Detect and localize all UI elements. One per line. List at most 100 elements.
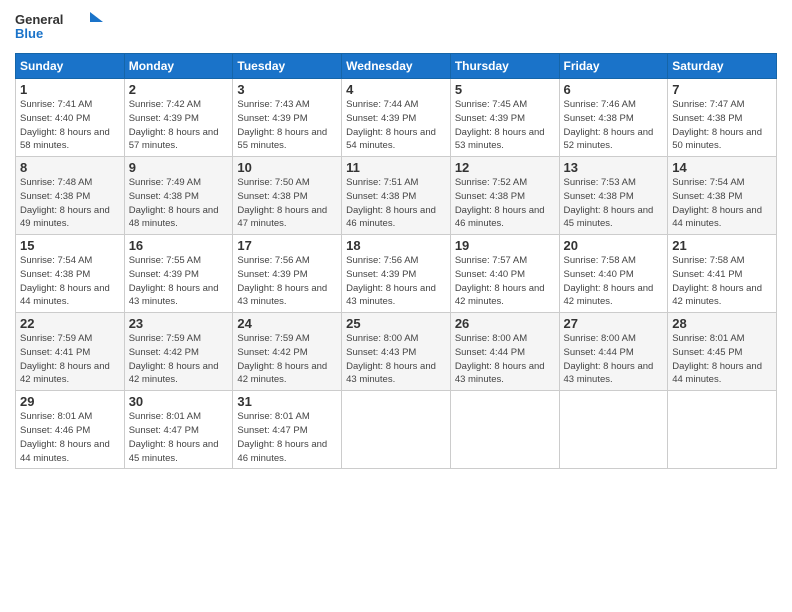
sunrise-label: Sunrise: 7:52 AM — [455, 177, 527, 188]
day-info: Sunrise: 7:52 AM Sunset: 4:38 PM Dayligh… — [455, 176, 555, 231]
day-info: Sunrise: 7:55 AM Sunset: 4:39 PM Dayligh… — [129, 254, 229, 309]
day-number: 12 — [455, 160, 555, 175]
sunrise-label: Sunrise: 8:00 AM — [564, 333, 636, 344]
calendar-week-4: 22 Sunrise: 7:59 AM Sunset: 4:41 PM Dayl… — [16, 313, 777, 391]
svg-text:Blue: Blue — [15, 26, 43, 41]
header: General Blue — [15, 10, 777, 45]
sunrise-label: Sunrise: 7:54 AM — [20, 255, 92, 266]
sunrise-label: Sunrise: 7:51 AM — [346, 177, 418, 188]
calendar-cell: 10 Sunrise: 7:50 AM Sunset: 4:38 PM Dayl… — [233, 157, 342, 235]
day-info: Sunrise: 7:56 AM Sunset: 4:39 PM Dayligh… — [237, 254, 337, 309]
sunset-label: Sunset: 4:47 PM — [237, 425, 307, 436]
sunset-label: Sunset: 4:38 PM — [129, 191, 199, 202]
day-info: Sunrise: 7:57 AM Sunset: 4:40 PM Dayligh… — [455, 254, 555, 309]
day-number: 19 — [455, 238, 555, 253]
day-info: Sunrise: 7:59 AM Sunset: 4:41 PM Dayligh… — [20, 332, 120, 387]
day-number: 9 — [129, 160, 229, 175]
page: General Blue SundayMondayTuesdayWednesda… — [0, 0, 792, 612]
day-header-monday: Monday — [124, 54, 233, 79]
calendar-cell: 31 Sunrise: 8:01 AM Sunset: 4:47 PM Dayl… — [233, 391, 342, 469]
sunrise-label: Sunrise: 7:44 AM — [346, 99, 418, 110]
calendar-cell: 12 Sunrise: 7:52 AM Sunset: 4:38 PM Dayl… — [450, 157, 559, 235]
sunset-label: Sunset: 4:45 PM — [672, 347, 742, 358]
day-number: 7 — [672, 82, 772, 97]
day-number: 13 — [564, 160, 664, 175]
calendar-cell: 20 Sunrise: 7:58 AM Sunset: 4:40 PM Dayl… — [559, 235, 668, 313]
daylight-label: Daylight: 8 hours and 42 minutes. — [20, 361, 110, 386]
calendar-week-2: 8 Sunrise: 7:48 AM Sunset: 4:38 PM Dayli… — [16, 157, 777, 235]
daylight-label: Daylight: 8 hours and 57 minutes. — [129, 127, 219, 152]
calendar-week-1: 1 Sunrise: 7:41 AM Sunset: 4:40 PM Dayli… — [16, 79, 777, 157]
calendar-cell: 14 Sunrise: 7:54 AM Sunset: 4:38 PM Dayl… — [668, 157, 777, 235]
daylight-label: Daylight: 8 hours and 50 minutes. — [672, 127, 762, 152]
day-info: Sunrise: 8:00 AM Sunset: 4:44 PM Dayligh… — [564, 332, 664, 387]
sunset-label: Sunset: 4:47 PM — [129, 425, 199, 436]
day-info: Sunrise: 8:01 AM Sunset: 4:47 PM Dayligh… — [237, 410, 337, 465]
sunrise-label: Sunrise: 7:49 AM — [129, 177, 201, 188]
daylight-label: Daylight: 8 hours and 53 minutes. — [455, 127, 545, 152]
sunset-label: Sunset: 4:39 PM — [346, 113, 416, 124]
daylight-label: Daylight: 8 hours and 48 minutes. — [129, 205, 219, 230]
daylight-label: Daylight: 8 hours and 55 minutes. — [237, 127, 327, 152]
sunset-label: Sunset: 4:38 PM — [672, 113, 742, 124]
calendar-header-row: SundayMondayTuesdayWednesdayThursdayFrid… — [16, 54, 777, 79]
sunset-label: Sunset: 4:39 PM — [129, 269, 199, 280]
daylight-label: Daylight: 8 hours and 42 minutes. — [672, 283, 762, 308]
sunset-label: Sunset: 4:41 PM — [20, 347, 90, 358]
calendar-cell: 22 Sunrise: 7:59 AM Sunset: 4:41 PM Dayl… — [16, 313, 125, 391]
day-info: Sunrise: 7:49 AM Sunset: 4:38 PM Dayligh… — [129, 176, 229, 231]
day-info: Sunrise: 7:58 AM Sunset: 4:40 PM Dayligh… — [564, 254, 664, 309]
day-number: 26 — [455, 316, 555, 331]
sunset-label: Sunset: 4:44 PM — [455, 347, 525, 358]
daylight-label: Daylight: 8 hours and 45 minutes. — [564, 205, 654, 230]
sunset-label: Sunset: 4:42 PM — [237, 347, 307, 358]
sunset-label: Sunset: 4:44 PM — [564, 347, 634, 358]
day-info: Sunrise: 8:01 AM Sunset: 4:47 PM Dayligh… — [129, 410, 229, 465]
day-number: 18 — [346, 238, 446, 253]
sunrise-label: Sunrise: 7:50 AM — [237, 177, 309, 188]
sunset-label: Sunset: 4:39 PM — [346, 269, 416, 280]
calendar-cell — [450, 391, 559, 469]
day-info: Sunrise: 7:58 AM Sunset: 4:41 PM Dayligh… — [672, 254, 772, 309]
calendar-cell: 13 Sunrise: 7:53 AM Sunset: 4:38 PM Dayl… — [559, 157, 668, 235]
calendar-cell: 15 Sunrise: 7:54 AM Sunset: 4:38 PM Dayl… — [16, 235, 125, 313]
sunset-label: Sunset: 4:38 PM — [672, 191, 742, 202]
sunset-label: Sunset: 4:39 PM — [129, 113, 199, 124]
calendar-cell: 17 Sunrise: 7:56 AM Sunset: 4:39 PM Dayl… — [233, 235, 342, 313]
day-number: 4 — [346, 82, 446, 97]
daylight-label: Daylight: 8 hours and 43 minutes. — [455, 361, 545, 386]
calendar-cell: 24 Sunrise: 7:59 AM Sunset: 4:42 PM Dayl… — [233, 313, 342, 391]
day-number: 14 — [672, 160, 772, 175]
calendar-cell: 4 Sunrise: 7:44 AM Sunset: 4:39 PM Dayli… — [342, 79, 451, 157]
calendar-cell: 7 Sunrise: 7:47 AM Sunset: 4:38 PM Dayli… — [668, 79, 777, 157]
sunrise-label: Sunrise: 7:41 AM — [20, 99, 92, 110]
sunrise-label: Sunrise: 8:01 AM — [129, 411, 201, 422]
sunrise-label: Sunrise: 8:01 AM — [237, 411, 309, 422]
calendar-cell: 2 Sunrise: 7:42 AM Sunset: 4:39 PM Dayli… — [124, 79, 233, 157]
day-number: 10 — [237, 160, 337, 175]
calendar-cell — [559, 391, 668, 469]
calendar-cell: 26 Sunrise: 8:00 AM Sunset: 4:44 PM Dayl… — [450, 313, 559, 391]
sunset-label: Sunset: 4:39 PM — [237, 113, 307, 124]
daylight-label: Daylight: 8 hours and 45 minutes. — [129, 439, 219, 464]
sunset-label: Sunset: 4:38 PM — [20, 191, 90, 202]
daylight-label: Daylight: 8 hours and 43 minutes. — [237, 283, 327, 308]
calendar-cell: 21 Sunrise: 7:58 AM Sunset: 4:41 PM Dayl… — [668, 235, 777, 313]
calendar-cell: 25 Sunrise: 8:00 AM Sunset: 4:43 PM Dayl… — [342, 313, 451, 391]
day-info: Sunrise: 8:01 AM Sunset: 4:46 PM Dayligh… — [20, 410, 120, 465]
calendar-cell: 5 Sunrise: 7:45 AM Sunset: 4:39 PM Dayli… — [450, 79, 559, 157]
daylight-label: Daylight: 8 hours and 42 minutes. — [564, 283, 654, 308]
sunrise-label: Sunrise: 7:48 AM — [20, 177, 92, 188]
sunset-label: Sunset: 4:40 PM — [564, 269, 634, 280]
day-info: Sunrise: 8:01 AM Sunset: 4:45 PM Dayligh… — [672, 332, 772, 387]
sunset-label: Sunset: 4:40 PM — [455, 269, 525, 280]
day-number: 3 — [237, 82, 337, 97]
sunrise-label: Sunrise: 7:45 AM — [455, 99, 527, 110]
daylight-label: Daylight: 8 hours and 54 minutes. — [346, 127, 436, 152]
calendar-cell: 1 Sunrise: 7:41 AM Sunset: 4:40 PM Dayli… — [16, 79, 125, 157]
day-number: 25 — [346, 316, 446, 331]
sunrise-label: Sunrise: 7:42 AM — [129, 99, 201, 110]
sunrise-label: Sunrise: 8:01 AM — [20, 411, 92, 422]
day-info: Sunrise: 7:48 AM Sunset: 4:38 PM Dayligh… — [20, 176, 120, 231]
sunrise-label: Sunrise: 7:54 AM — [672, 177, 744, 188]
